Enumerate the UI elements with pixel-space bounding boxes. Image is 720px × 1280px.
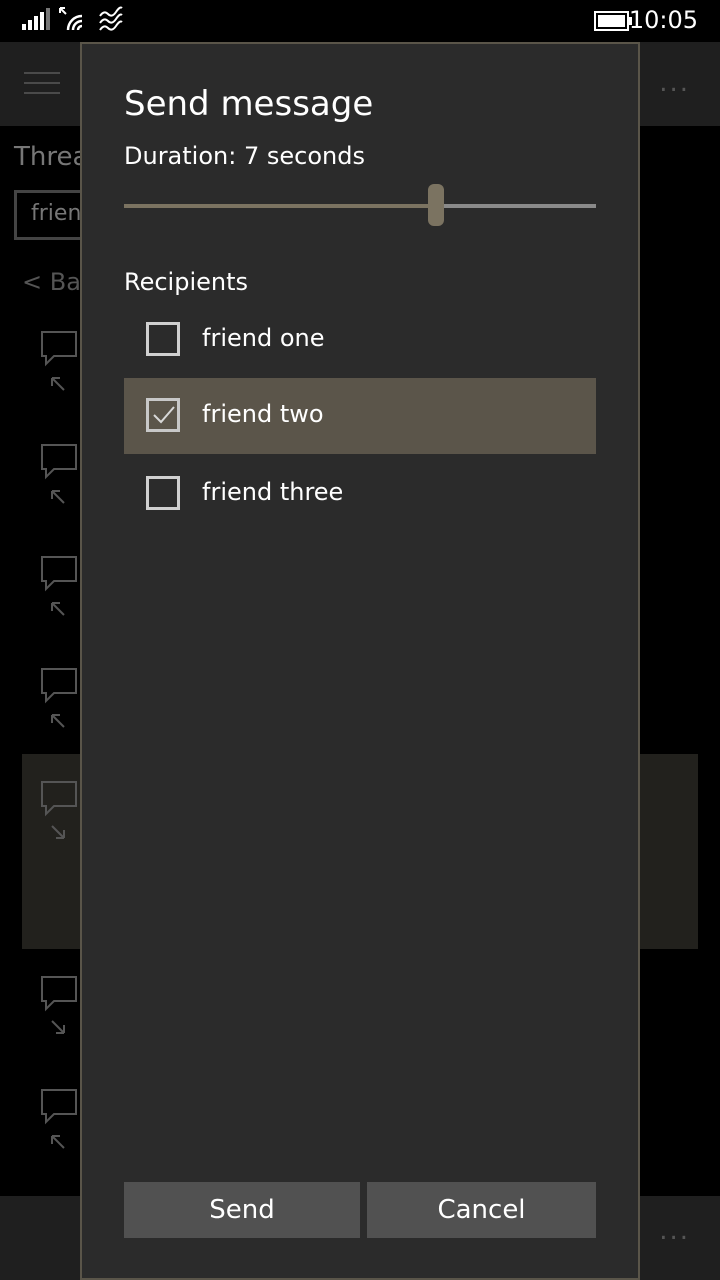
cancel-button[interactable]: Cancel — [367, 1182, 596, 1238]
checkmark-icon — [153, 406, 175, 424]
message-in-icon — [41, 976, 77, 1034]
message-out-icon — [41, 1089, 77, 1149]
recipients-label: Recipients — [124, 268, 249, 296]
vibrate-icon — [99, 6, 123, 31]
more-icon[interactable]: ... — [659, 1216, 690, 1246]
recipient-label: friend three — [202, 478, 344, 506]
duration-slider[interactable] — [124, 182, 596, 228]
recipient-friend-one[interactable]: friend one — [124, 302, 596, 378]
clock: 10:05 — [628, 6, 698, 34]
checkbox[interactable] — [146, 398, 180, 432]
message-out-icon — [41, 331, 77, 391]
battery-icon — [594, 11, 632, 31]
wifi-icon — [59, 7, 83, 31]
hamburger-menu-icon[interactable] — [24, 72, 60, 96]
signal-icon — [22, 8, 50, 30]
send-message-dialog: Send message Duration: 7 seconds Recipie… — [80, 42, 640, 1280]
message-out-icon — [41, 556, 77, 616]
message-in-icon — [41, 781, 77, 839]
background-page-title: Threa — [14, 142, 89, 172]
message-out-icon — [41, 444, 77, 504]
recipient-friend-two[interactable]: friend two — [124, 378, 596, 454]
status-bar: 10:05 — [0, 0, 720, 42]
slider-thumb[interactable] — [428, 184, 444, 226]
slider-track — [436, 204, 596, 208]
message-out-icon — [41, 668, 77, 728]
more-icon[interactable]: ... — [659, 68, 690, 98]
recipient-friend-three[interactable]: friend three — [124, 456, 596, 532]
dialog-title: Send message — [124, 84, 374, 124]
slider-fill — [124, 204, 436, 208]
background-input-text: frien — [31, 201, 82, 226]
checkbox[interactable] — [146, 476, 180, 510]
recipient-label: friend one — [202, 324, 325, 352]
duration-label: Duration: 7 seconds — [124, 142, 365, 170]
recipient-label: friend two — [202, 400, 324, 428]
checkbox[interactable] — [146, 322, 180, 356]
send-button[interactable]: Send — [124, 1182, 360, 1238]
